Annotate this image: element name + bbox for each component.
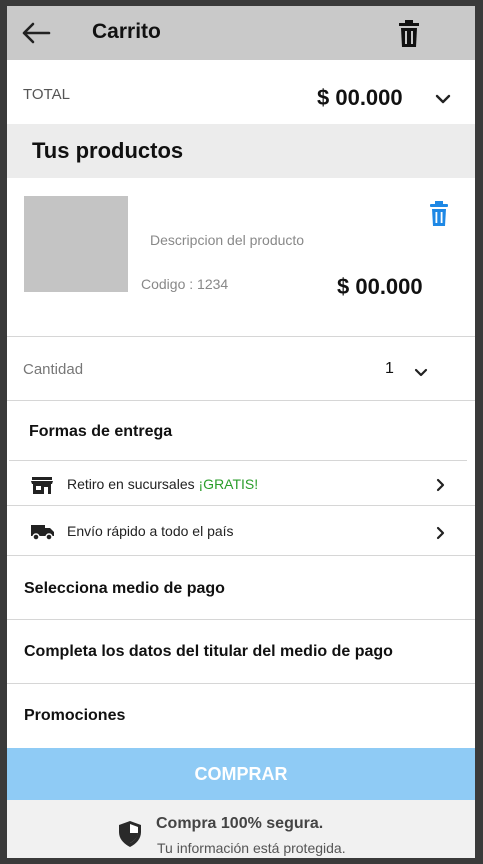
cart-screen: Carrito TOTAL $ 00.000 Tus productos Des… xyxy=(7,6,475,858)
total-value: $ 00.000 xyxy=(317,85,403,110)
promotions-label: Promociones xyxy=(24,707,126,724)
app-bar: Carrito xyxy=(7,6,475,60)
buy-button[interactable]: COMPRAR xyxy=(7,748,475,800)
product-code: Codigo : 1234 xyxy=(141,276,229,292)
quantity-value: 1 xyxy=(385,360,394,377)
trash-icon[interactable] xyxy=(429,201,449,227)
delivery-option-shipping[interactable]: Envío rápido a todo el país xyxy=(7,506,475,554)
shield-icon xyxy=(119,821,141,847)
divider xyxy=(7,400,475,401)
delivery-option-pickup[interactable]: Retiro en sucursales ¡GRATIS! xyxy=(7,461,475,509)
payment-method-link[interactable]: Selecciona medio de pago xyxy=(7,556,475,619)
product-price: $ 00.000 xyxy=(337,274,423,299)
store-icon xyxy=(31,477,53,494)
delivery-title: Formas de entrega xyxy=(29,423,173,440)
secure-purchase-footer: Compra 100% segura. Tu información está … xyxy=(7,800,475,858)
chevron-right-icon xyxy=(436,478,445,492)
product-image xyxy=(24,196,128,292)
promotions-link[interactable]: Promociones xyxy=(7,684,475,748)
delivery-option-text: Retiro en sucursales xyxy=(67,476,199,492)
product-card: Descripcion del producto Codigo : 1234 $… xyxy=(7,178,475,336)
product-description: Descripcion del producto xyxy=(150,232,305,248)
holder-data-link[interactable]: Completa los datos del titular del medio… xyxy=(7,620,475,683)
delivery-option-label: Retiro en sucursales ¡GRATIS! xyxy=(67,476,258,492)
secure-subtitle: Tu información está protegida. xyxy=(157,840,346,856)
truck-icon xyxy=(31,525,54,541)
total-label: TOTAL xyxy=(23,86,70,103)
quantity-selector[interactable]: Cantidad 1 xyxy=(7,336,475,400)
quantity-label: Cantidad xyxy=(23,361,84,378)
total-row: TOTAL $ 00.000 xyxy=(7,60,475,124)
secure-title: Compra 100% segura. xyxy=(156,815,324,832)
free-badge: ¡GRATIS! xyxy=(198,476,259,492)
section-title: Tus productos xyxy=(32,138,184,163)
chevron-down-icon[interactable] xyxy=(435,93,451,105)
delivery-option-label: Envío rápido a todo el país xyxy=(67,523,234,539)
chevron-down-icon[interactable] xyxy=(414,368,428,378)
holder-data-label: Completa los datos del titular del medio… xyxy=(24,643,393,660)
chevron-right-icon xyxy=(436,526,445,540)
products-section-header: Tus productos xyxy=(7,124,475,178)
page-title: Carrito xyxy=(92,20,161,43)
trash-icon[interactable] xyxy=(398,20,420,48)
arrow-left-icon[interactable] xyxy=(21,21,51,45)
payment-method-label: Selecciona medio de pago xyxy=(24,580,225,597)
